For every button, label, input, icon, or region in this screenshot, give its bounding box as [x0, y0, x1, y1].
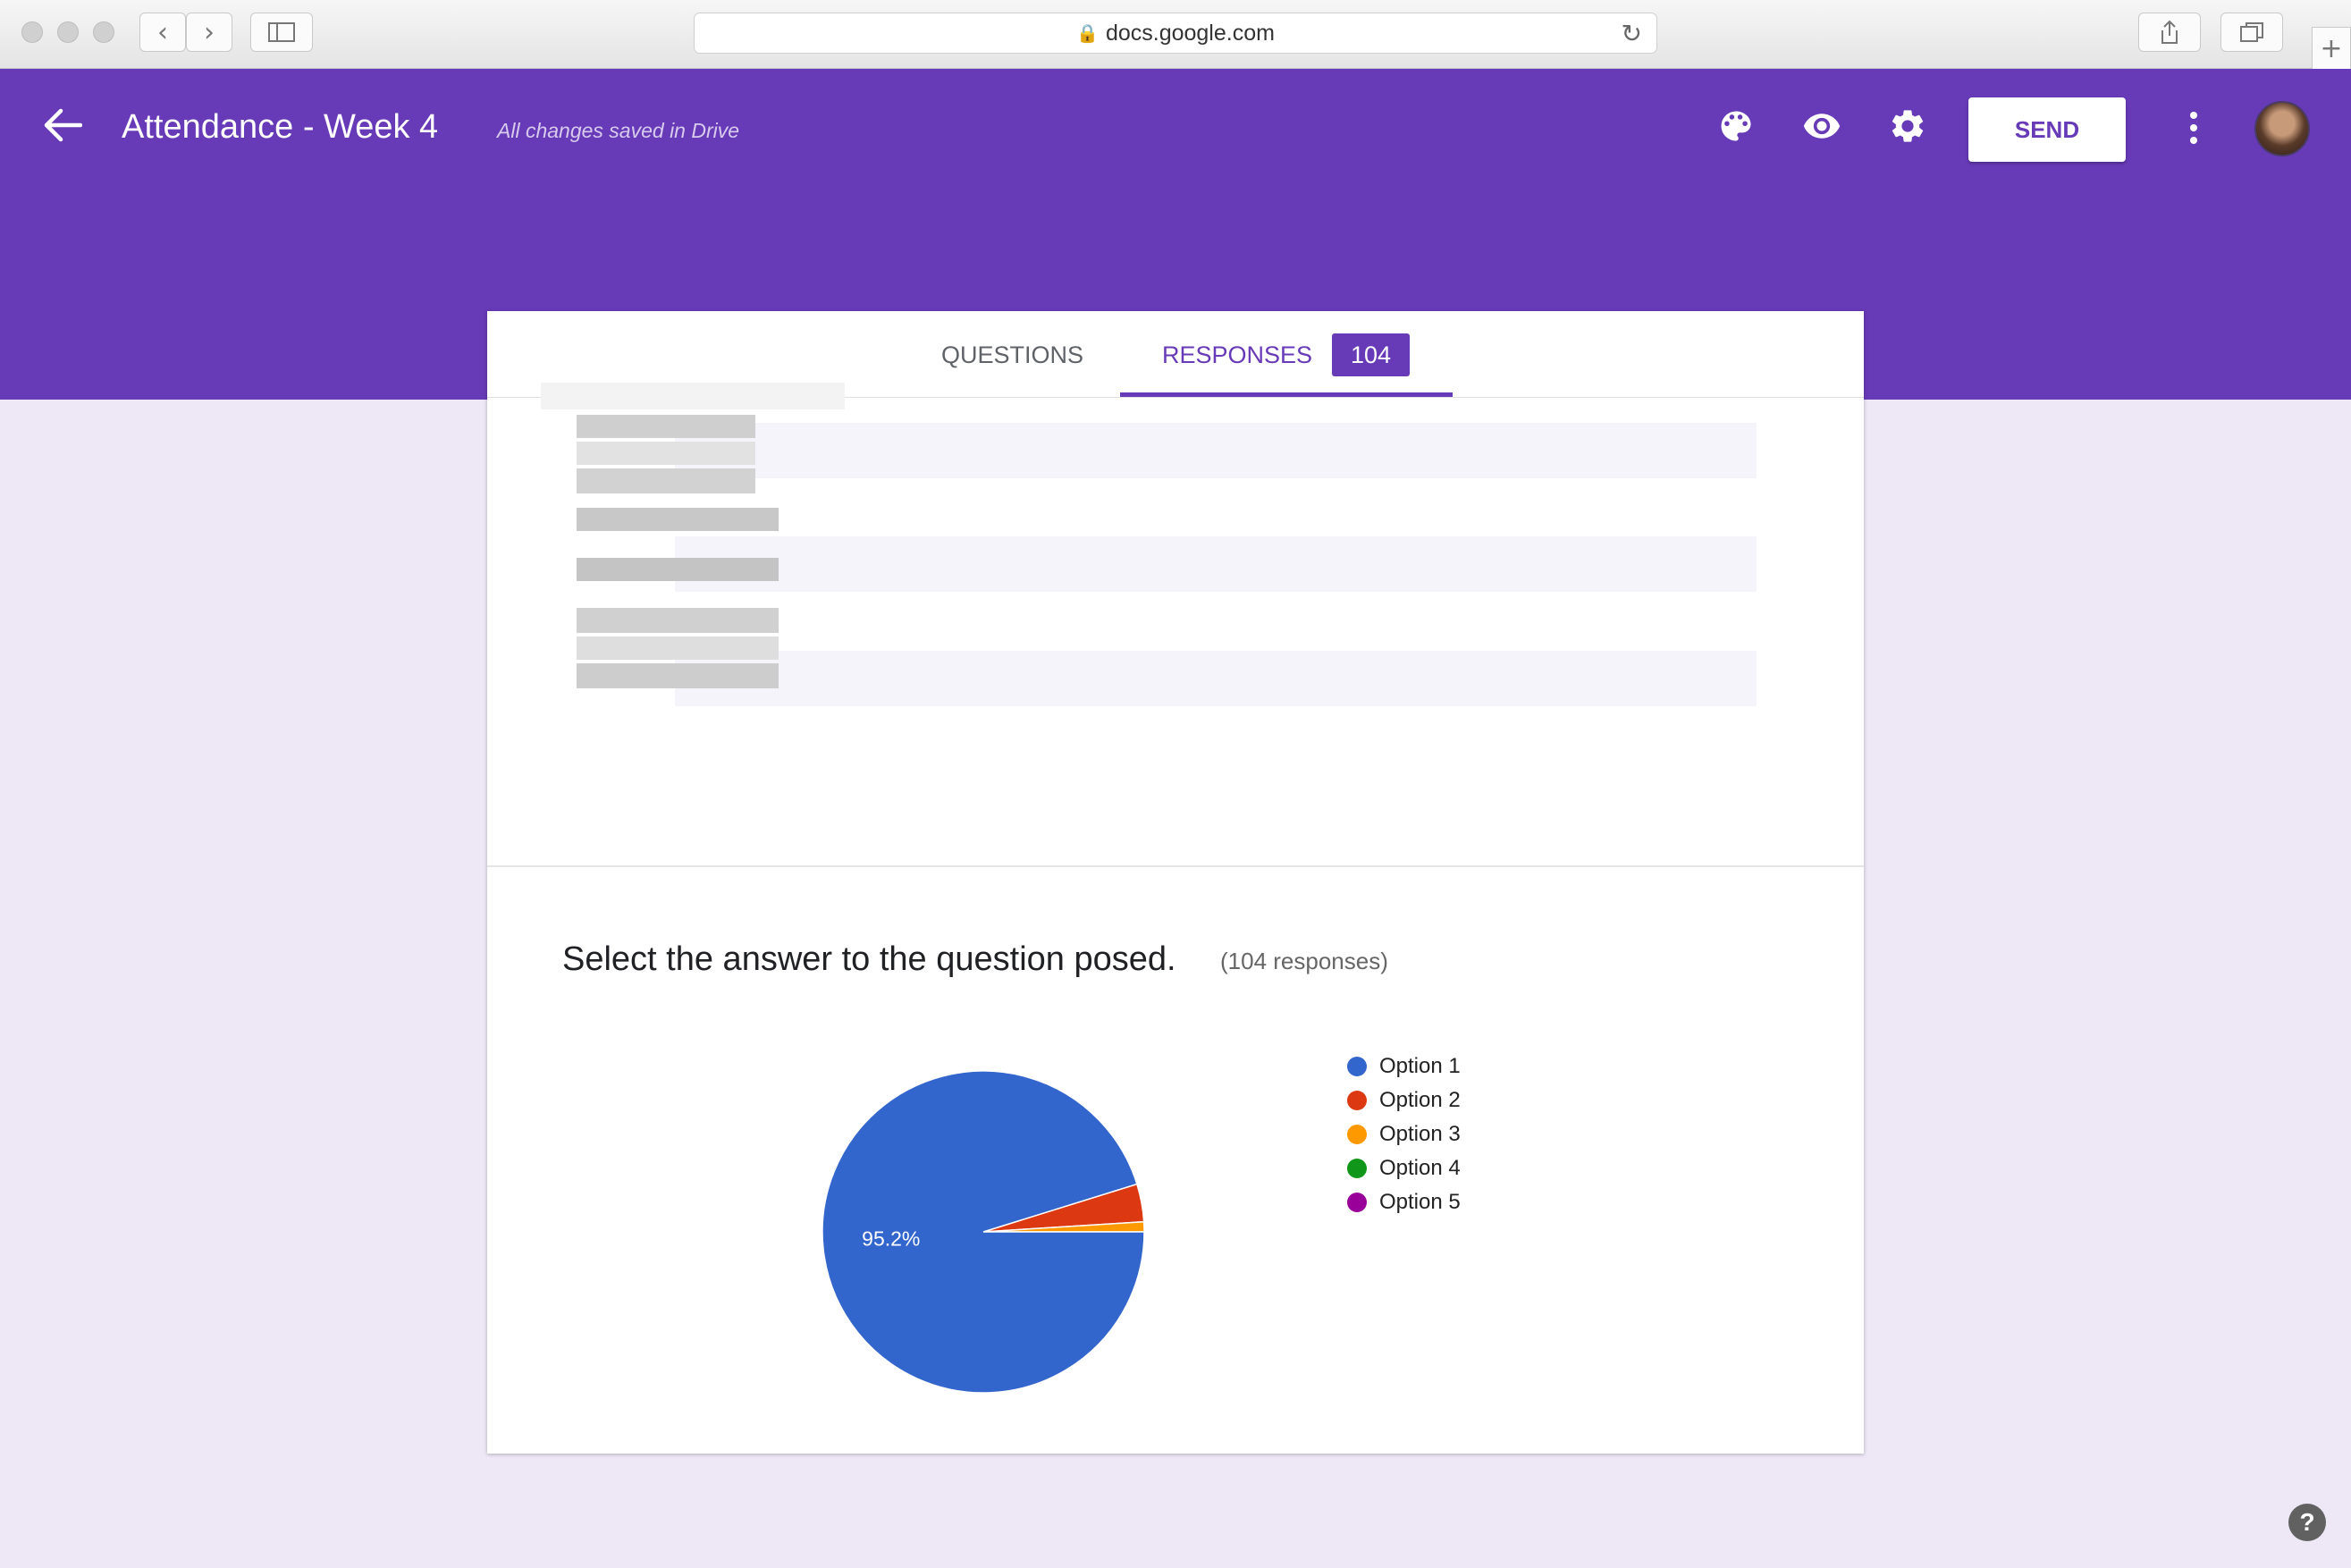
blurred-row — [675, 536, 1757, 592]
legend-item: Option 2 — [1347, 1083, 1461, 1117]
redacted-summary — [541, 383, 1757, 706]
legend-swatch — [1347, 1091, 1367, 1110]
tabs-overview-button[interactable] — [2220, 13, 2283, 52]
sidebar-toggle-button[interactable] — [250, 13, 313, 52]
gear-icon[interactable] — [1888, 106, 1927, 146]
section-divider — [487, 865, 1864, 867]
question-title: Select the answer to the question posed. — [562, 940, 1176, 978]
form-title[interactable]: Attendance - Week 4 — [122, 108, 438, 147]
chevron-left-icon: ‹ — [157, 16, 168, 48]
share-button[interactable] — [2138, 13, 2201, 52]
back-arrow-icon[interactable] — [41, 107, 82, 143]
question-response-count: (104 responses) — [1220, 948, 1388, 974]
legend-swatch — [1347, 1057, 1367, 1076]
responses-count-badge: 104 — [1332, 333, 1410, 376]
url-text: docs.google.com — [1105, 20, 1275, 46]
sidebar-icon — [268, 22, 295, 42]
send-button[interactable]: SEND — [1968, 97, 2126, 162]
reload-icon[interactable]: ↻ — [1622, 19, 1642, 48]
legend-swatch — [1347, 1125, 1367, 1144]
new-tab-button[interactable]: + — [2312, 27, 2351, 70]
address-bar[interactable]: 🔒 docs.google.com ↻ — [694, 13, 1657, 54]
avatar[interactable] — [2254, 101, 2310, 156]
eye-preview-icon[interactable] — [1802, 106, 1841, 146]
chart-legend: Option 1 Option 2 Option 3 Option 4 Option 5 — [1347, 1050, 1461, 1219]
lock-icon: 🔒 — [1076, 22, 1099, 44]
plus-icon: + — [2320, 32, 2343, 64]
legend-label: Option 3 — [1379, 1122, 1461, 1146]
legend-item: Option 3 — [1347, 1117, 1461, 1151]
help-icon[interactable]: ? — [2288, 1504, 2326, 1541]
pie-data-label: 95.2% — [862, 1227, 920, 1251]
share-icon — [2161, 20, 2178, 44]
responses-card: QUESTIONS RESPONSES 104 Select the answe… — [487, 311, 1864, 1454]
palette-icon[interactable] — [1716, 106, 1756, 146]
browser-toolbar: ‹ › 🔒 docs.google.com ↻ + — [0, 0, 2351, 70]
tabs-icon — [2240, 22, 2263, 42]
legend-item: Option 1 — [1347, 1050, 1461, 1083]
browser-forward-button[interactable]: › — [186, 13, 232, 52]
save-status: All changes saved in Drive — [497, 119, 740, 142]
more-vert-icon[interactable] — [2187, 110, 2201, 146]
browser-back-button[interactable]: ‹ — [139, 13, 186, 52]
legend-label: Option 4 — [1379, 1156, 1461, 1180]
minimize-window-button[interactable] — [57, 21, 79, 43]
blurred-row — [675, 651, 1757, 706]
tab-responses[interactable]: RESPONSES — [1162, 341, 1312, 369]
legend-label: Option 5 — [1379, 1190, 1461, 1214]
chevron-right-icon: › — [204, 16, 215, 48]
close-window-button[interactable] — [21, 21, 43, 43]
blurred-row — [675, 423, 1757, 478]
legend-item: Option 5 — [1347, 1185, 1461, 1219]
legend-swatch — [1347, 1193, 1367, 1212]
tab-questions[interactable]: QUESTIONS — [941, 341, 1083, 369]
legend-swatch — [1347, 1159, 1367, 1178]
legend-item: Option 4 — [1347, 1151, 1461, 1185]
pie-chart: 95.2% — [822, 1070, 1145, 1394]
zoom-window-button[interactable] — [93, 21, 114, 43]
legend-label: Option 1 — [1379, 1054, 1461, 1078]
legend-label: Option 2 — [1379, 1088, 1461, 1112]
